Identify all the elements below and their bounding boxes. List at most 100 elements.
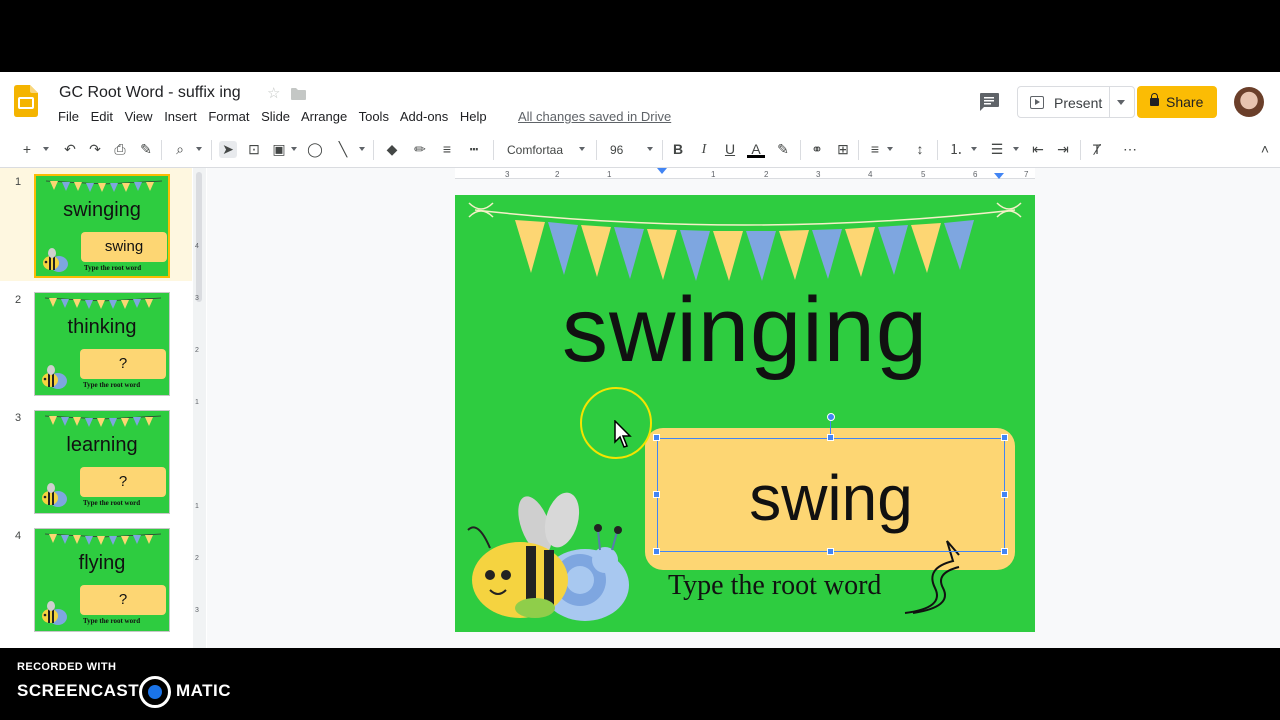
menu-format[interactable]: Format [208, 109, 249, 124]
ruler-tick-label: 2 [195, 555, 199, 562]
new-slide-icon[interactable]: + [18, 141, 36, 158]
new-slide-dropdown-icon[interactable] [43, 147, 49, 151]
slide-preview: learning ? Type the root word [34, 410, 170, 514]
share-button[interactable]: Share [1137, 86, 1217, 118]
link-icon[interactable]: ⚭ [808, 141, 826, 158]
print-icon[interactable]: ⎙ [111, 141, 129, 158]
font-family-dropdown-icon[interactable] [579, 147, 585, 151]
ruler-tick-label: 1 [607, 170, 612, 179]
vertical-ruler: 4 3 2 1 1 2 3 [195, 243, 199, 614]
collapse-toolbar-icon[interactable]: ˄ [1256, 141, 1274, 158]
slide-word: learning [66, 434, 138, 456]
slide-thumbnail-3[interactable]: 3 learning ? Type the root word [0, 404, 192, 517]
toolbar-divider [161, 140, 162, 160]
textbox-selection[interactable] [657, 438, 1005, 552]
resize-handle-s[interactable] [827, 548, 834, 555]
highlight-icon[interactable]: ✎ [774, 141, 792, 158]
bunting-decoration [45, 297, 161, 309]
menu-file[interactable]: File [58, 109, 79, 124]
resize-handle-ne[interactable] [1001, 434, 1008, 441]
fill-color-icon[interactable]: ◆ [383, 141, 401, 158]
image-dropdown-icon[interactable] [291, 147, 297, 151]
menu-tools[interactable]: Tools [359, 109, 389, 124]
ruler-tick-label: 1 [195, 503, 199, 510]
menu-slide[interactable]: Slide [261, 109, 290, 124]
rotate-handle[interactable] [827, 413, 835, 421]
ruler-tick-label: 4 [195, 243, 199, 250]
ruler-tick-label: 7 [1024, 170, 1029, 179]
resize-handle-nw[interactable] [653, 434, 660, 441]
user-avatar[interactable] [1234, 87, 1264, 117]
zoom-dropdown-icon[interactable] [196, 147, 202, 151]
ruler-tick-label: 6 [973, 170, 978, 179]
align-icon[interactable]: ≡ [866, 141, 884, 158]
font-family-select[interactable]: Comfortaa [507, 143, 563, 157]
bulleted-list-dropdown-icon[interactable] [1013, 147, 1019, 151]
zoom-icon[interactable]: ⌕ [171, 141, 189, 158]
numbered-list-icon[interactable]: ⒈ [947, 141, 965, 158]
font-size-select[interactable]: 96 [610, 143, 623, 157]
bunting-decoration [45, 415, 161, 427]
line-spacing-icon[interactable]: ↕ [911, 141, 929, 158]
border-color-icon[interactable]: ✏ [411, 141, 429, 158]
save-status-link[interactable]: All changes saved in Drive [518, 109, 671, 124]
slide-preview: flying ? Type the root word [34, 528, 170, 632]
star-icon[interactable]: ☆ [267, 84, 280, 102]
menu-view[interactable]: View [125, 109, 153, 124]
line-dropdown-icon[interactable] [359, 147, 365, 151]
more-options-icon[interactable]: ⋯ [1121, 141, 1139, 158]
resize-handle-e[interactable] [1001, 491, 1008, 498]
font-size-dropdown-icon[interactable] [647, 147, 653, 151]
toolbar-divider [1080, 140, 1081, 160]
paint-format-icon[interactable]: ✎ [137, 141, 155, 158]
increase-indent-icon[interactable]: ⇥ [1054, 141, 1072, 158]
shape-icon[interactable]: ◯ [306, 141, 324, 158]
bulleted-list-icon[interactable]: ☰ [988, 141, 1006, 158]
toolbar-divider [211, 140, 212, 160]
text-color-icon[interactable]: A [747, 141, 765, 158]
italic-icon[interactable]: I [695, 141, 713, 158]
bee-snail-icon [42, 601, 67, 625]
menu-bar: File Edit View Insert Format Slide Arran… [58, 109, 495, 124]
present-dropdown-icon[interactable] [1117, 100, 1125, 105]
slides-logo-icon[interactable] [14, 85, 38, 117]
toolbar-divider [662, 140, 663, 160]
border-dash-icon[interactable]: ┅ [465, 141, 483, 158]
slide-thumbnail-2[interactable]: 2 thinking ? Type the root word [0, 286, 192, 399]
numbered-list-dropdown-icon[interactable] [971, 147, 977, 151]
line-icon[interactable]: ╲ [334, 141, 352, 158]
clear-formatting-icon[interactable]: Ⱦ [1088, 141, 1106, 158]
comments-icon[interactable] [979, 93, 999, 111]
select-tool-icon[interactable]: ➤ [219, 141, 237, 158]
menu-edit[interactable]: Edit [91, 109, 113, 124]
image-icon[interactable]: ▣ [270, 141, 288, 158]
ruler-tick-label: 4 [868, 170, 873, 179]
text-box-icon[interactable]: ⊡ [245, 141, 263, 158]
menu-arrange[interactable]: Arrange [301, 109, 347, 124]
border-weight-icon[interactable]: ≡ [438, 141, 456, 158]
resize-handle-n[interactable] [827, 434, 834, 441]
resize-handle-se[interactable] [1001, 548, 1008, 555]
left-indent-marker[interactable] [657, 168, 667, 174]
underline-icon[interactable]: U [721, 141, 739, 158]
decrease-indent-icon[interactable]: ⇤ [1029, 141, 1047, 158]
bold-icon[interactable]: B [669, 141, 687, 158]
undo-icon[interactable]: ↶ [61, 141, 79, 158]
menu-help[interactable]: Help [460, 109, 487, 124]
present-button[interactable]: Present [1017, 86, 1135, 118]
redo-icon[interactable]: ↷ [86, 141, 104, 158]
resize-handle-w[interactable] [653, 491, 660, 498]
ruler-tick-label: 3 [816, 170, 821, 179]
folder-icon[interactable] [291, 88, 306, 100]
lock-icon [1150, 93, 1159, 106]
resize-handle-sw[interactable] [653, 548, 660, 555]
add-comment-icon[interactable]: ⊞ [834, 141, 852, 158]
menu-addons[interactable]: Add-ons [400, 109, 448, 124]
slide-thumbnail-1[interactable]: 1 swinging swing Type the root word [0, 168, 192, 281]
align-dropdown-icon[interactable] [887, 147, 893, 151]
document-title[interactable]: GC Root Word - suffix ing [59, 84, 241, 102]
bunting-decoration [46, 180, 162, 192]
menu-insert[interactable]: Insert [164, 109, 197, 124]
slide-caption: Type the root word [83, 499, 141, 507]
slide-thumbnail-4[interactable]: 4 flying ? Type the root word [0, 522, 192, 635]
